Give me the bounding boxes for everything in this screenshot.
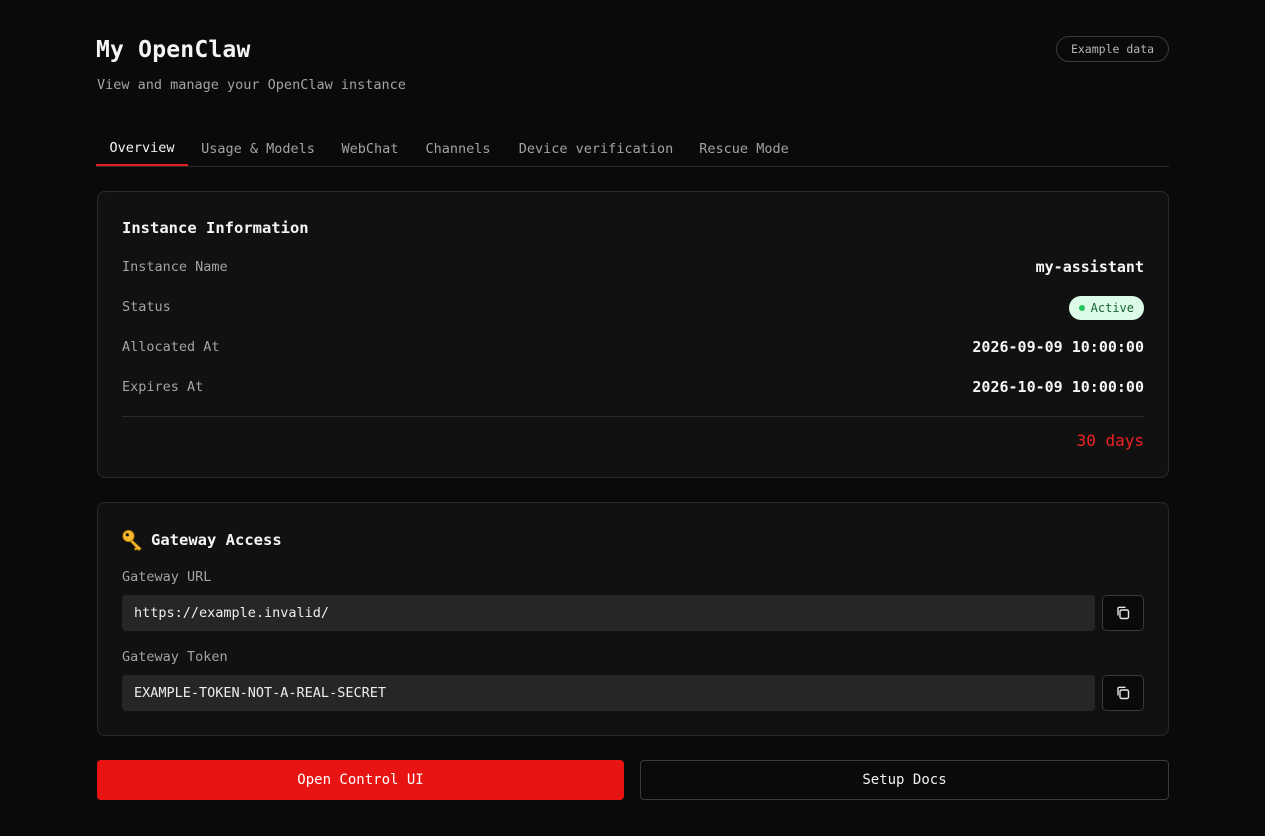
gateway-access-card: Gateway Access Gateway URL https://examp… [97,502,1169,736]
gateway-url-label: Gateway URL [122,569,212,585]
instance-name-value: my-assistant [1035,258,1144,276]
copy-url-button[interactable] [1102,595,1144,631]
expires-at-value: 2026-10-09 10:00:00 [972,378,1144,396]
setup-docs-button[interactable]: Setup Docs [640,760,1169,800]
copy-icon [1117,606,1130,620]
allocated-at-label: Allocated At [122,339,220,355]
gateway-token-field[interactable]: EXAMPLE-TOKEN-NOT-A-REAL-SECRET [122,675,1095,711]
tab-usage-models[interactable]: Usage & Models [194,131,322,166]
instance-name-label: Instance Name [122,259,228,275]
instance-information-title: Instance Information [122,219,309,237]
expires-at-label: Expires At [122,379,204,395]
copy-token-button[interactable] [1102,675,1144,711]
tab-channels[interactable]: Channels [418,131,498,166]
copy-icon [1117,686,1130,700]
tab-device-verification[interactable]: Device verification [510,131,682,166]
tab-overview[interactable]: Overview [96,131,188,166]
instance-information-card: Instance Information Instance Name my-as… [97,191,1169,478]
open-control-ui-button[interactable]: Open Control UI [97,760,624,800]
allocated-at-value: 2026-09-09 10:00:00 [972,338,1144,356]
status-badge-text: Active [1090,301,1134,315]
status-dot-icon [1078,305,1085,311]
page-title: My OpenClaw [96,37,251,63]
status-badge: Active [1068,296,1144,320]
key-icon [122,530,142,552]
page-subtitle: View and manage your OpenClaw instance [97,77,406,93]
status-label: Status [122,299,171,315]
divider [122,416,1144,417]
tab-rescue-mode[interactable]: Rescue Mode [694,131,794,166]
remaining-days: 30 days [1076,431,1144,450]
tab-bar: Overview Usage & Models WebChat Channels… [96,131,1169,167]
gateway-token-label: Gateway Token [122,649,228,665]
tab-webchat[interactable]: WebChat [334,131,406,166]
gateway-url-field[interactable]: https://example.invalid/ [122,595,1095,631]
gateway-access-title: Gateway Access [151,531,282,549]
example-data-badge: Example data [1056,36,1169,62]
